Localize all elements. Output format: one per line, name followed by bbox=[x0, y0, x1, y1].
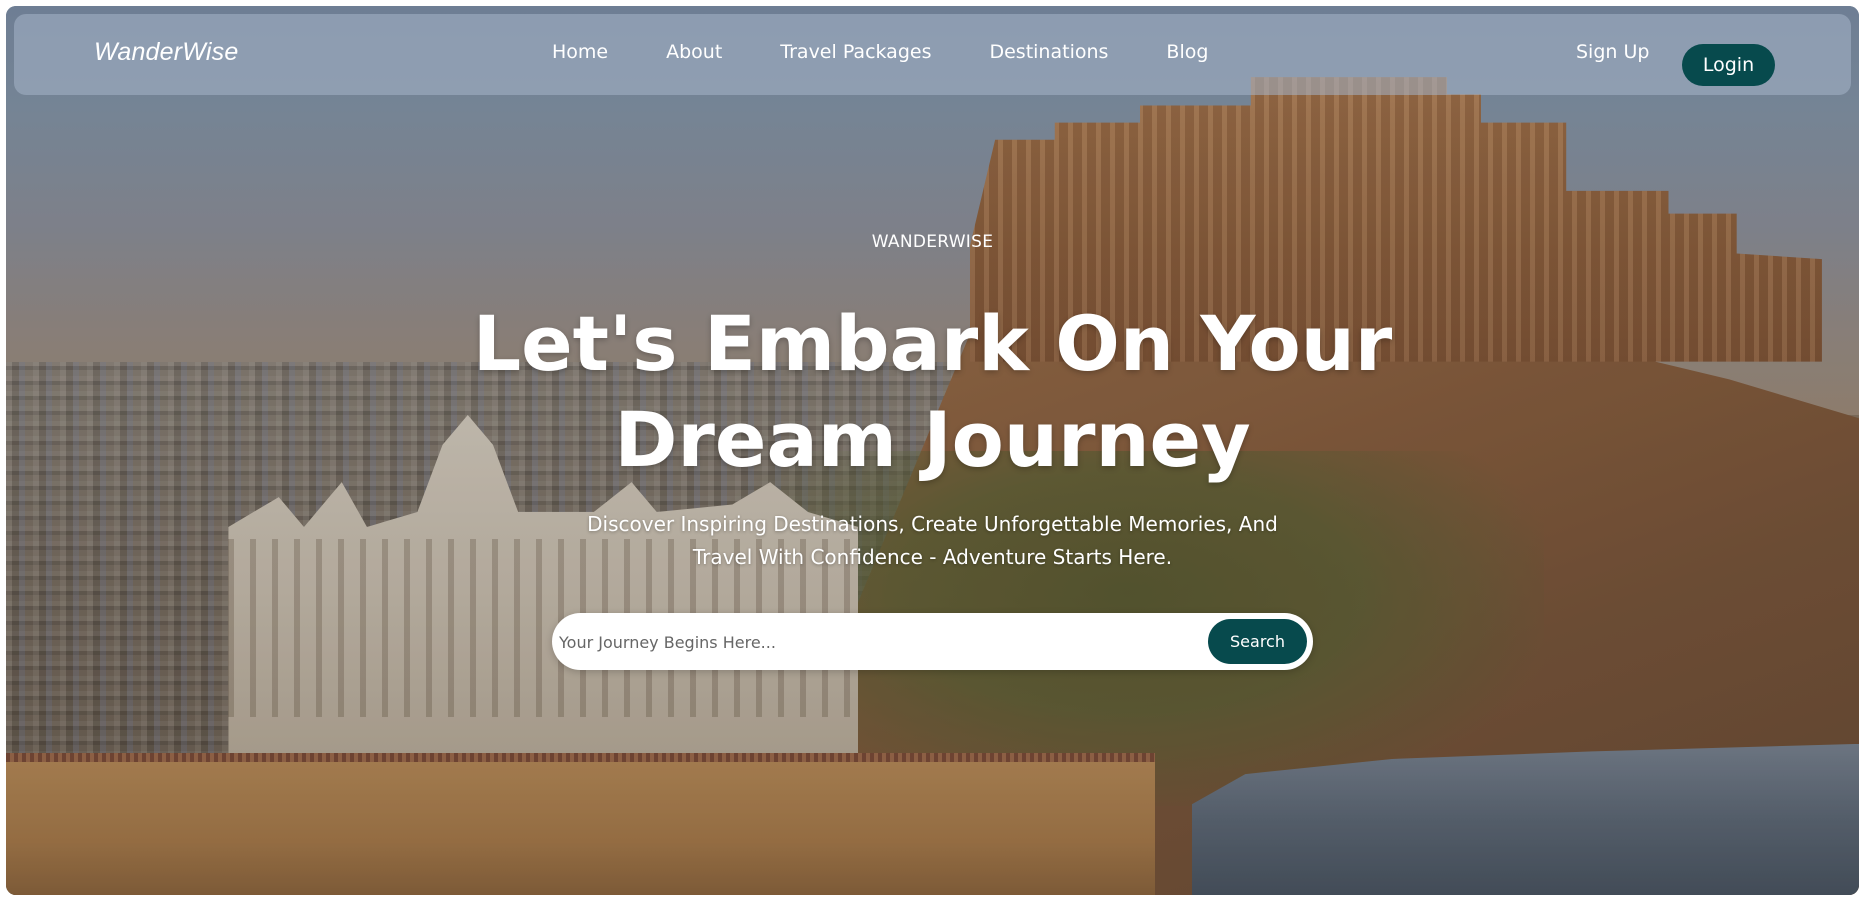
signup-link[interactable]: Sign Up bbox=[1576, 41, 1649, 63]
search-button[interactable]: Search bbox=[1208, 619, 1307, 664]
nav-link-about[interactable]: About bbox=[666, 41, 722, 63]
hero-headline: Let's Embark On Your Dream Journey bbox=[400, 296, 1465, 488]
nav-link-destinations[interactable]: Destinations bbox=[989, 41, 1108, 63]
hero-headline-line2: Dream Journey bbox=[614, 395, 1251, 484]
hero-eyebrow: WANDERWISE bbox=[871, 232, 994, 252]
hero-subtext: Discover Inspiring Destinations, Create … bbox=[520, 508, 1345, 574]
nav-links: Home About Travel Packages Destinations … bbox=[552, 41, 1208, 63]
nav-link-travel-packages[interactable]: Travel Packages bbox=[780, 41, 931, 63]
brand-logo[interactable]: WanderWise bbox=[94, 38, 238, 67]
search-input[interactable] bbox=[557, 625, 1201, 659]
nav-link-home[interactable]: Home bbox=[552, 41, 608, 63]
search-bar: Search bbox=[552, 613, 1313, 670]
hero-subtext-line1: Discover Inspiring Destinations, Create … bbox=[587, 512, 1278, 536]
hero-headline-line1: Let's Embark On Your bbox=[472, 299, 1393, 388]
top-navbar: WanderWise Home About Travel Packages De… bbox=[14, 14, 1851, 95]
login-button[interactable]: Login bbox=[1682, 44, 1775, 86]
nav-link-blog[interactable]: Blog bbox=[1166, 41, 1208, 63]
hero-subtext-line2: Travel With Confidence - Adventure Start… bbox=[692, 545, 1173, 569]
